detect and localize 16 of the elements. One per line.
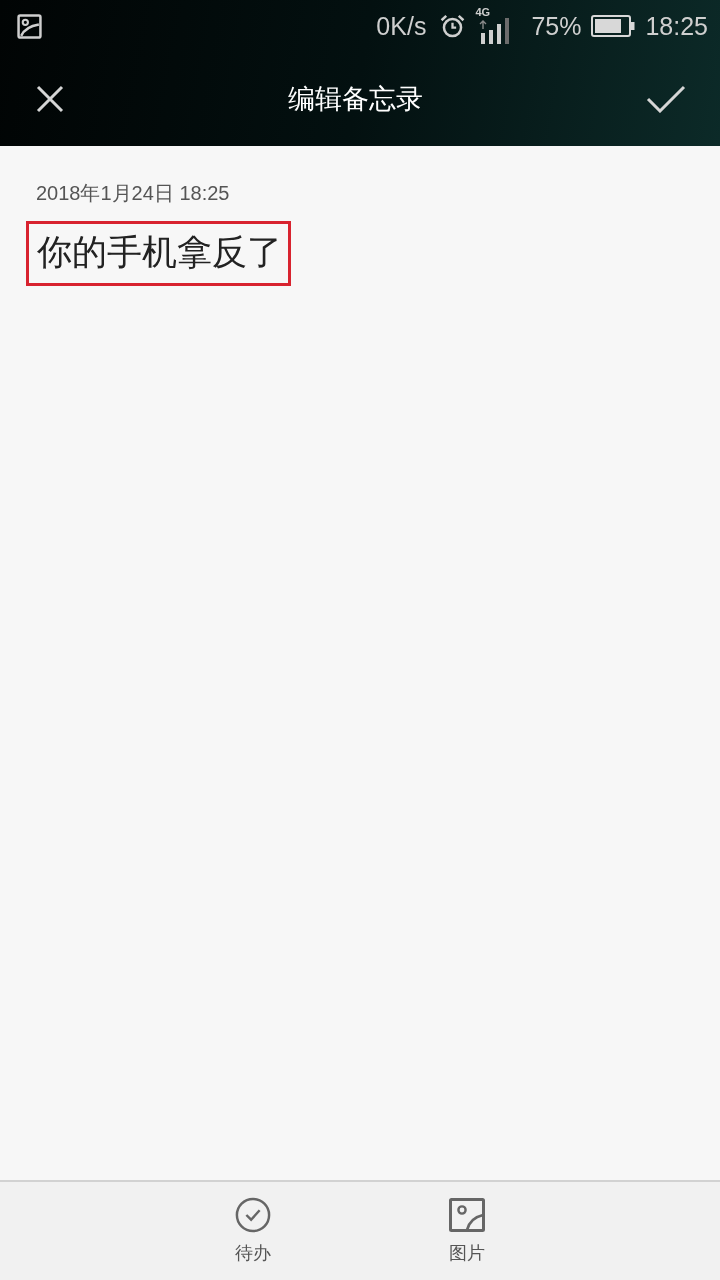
battery-icon	[591, 15, 636, 37]
close-icon	[36, 85, 64, 113]
checkmark-icon	[646, 85, 686, 113]
image-icon	[449, 1197, 485, 1233]
clock-time: 18:25	[645, 11, 708, 41]
toolbar-button[interactable]: 图片	[439, 1182, 495, 1280]
battery-percent: 75%	[531, 11, 582, 41]
note-date: 2018年1月24日 18:25	[36, 181, 230, 206]
page-title: 编辑备忘录	[287, 82, 423, 116]
toolbar-button[interactable]: 待办	[225, 1182, 281, 1280]
check-circle-icon	[235, 1197, 271, 1233]
note-text[interactable]: 你的手机拿反了	[37, 232, 282, 272]
network-speed: 0K/s	[376, 11, 427, 41]
image-notification-icon	[17, 13, 42, 39]
network-type: 4G	[475, 6, 491, 18]
alarm-clock-icon	[440, 13, 466, 39]
